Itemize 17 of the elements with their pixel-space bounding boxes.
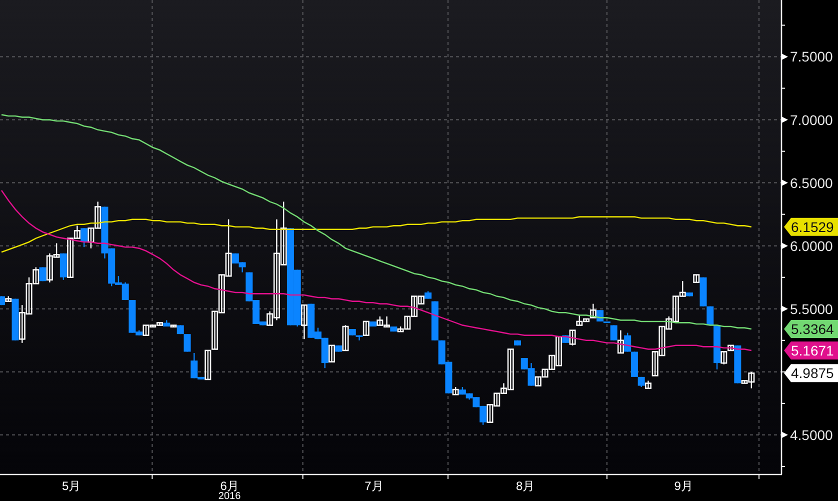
year-label: 2016 [218,491,241,501]
price-tag: 6.1529 [784,218,838,236]
axis-label: 6.5000 [790,174,833,191]
price-tag: 4.9875 [784,364,838,382]
axis-label: 6.0000 [790,238,833,254]
axis-label: 5.5000 [790,300,833,317]
price-tag: 5.3364 [784,320,838,338]
axis-label: 7.0000 [790,112,833,128]
axis-label: 4.5000 [790,426,833,443]
candlestick [514,340,521,346]
axis-label: 5月 [62,479,81,493]
price-tag: 5.1671 [784,341,838,360]
axis-label: 9月 [674,479,693,493]
axis-label: 8月 [516,479,535,493]
axis-label: 7.5000 [790,48,833,65]
axis-label: 6月 [220,479,239,493]
axis-label: 7月 [364,479,384,493]
